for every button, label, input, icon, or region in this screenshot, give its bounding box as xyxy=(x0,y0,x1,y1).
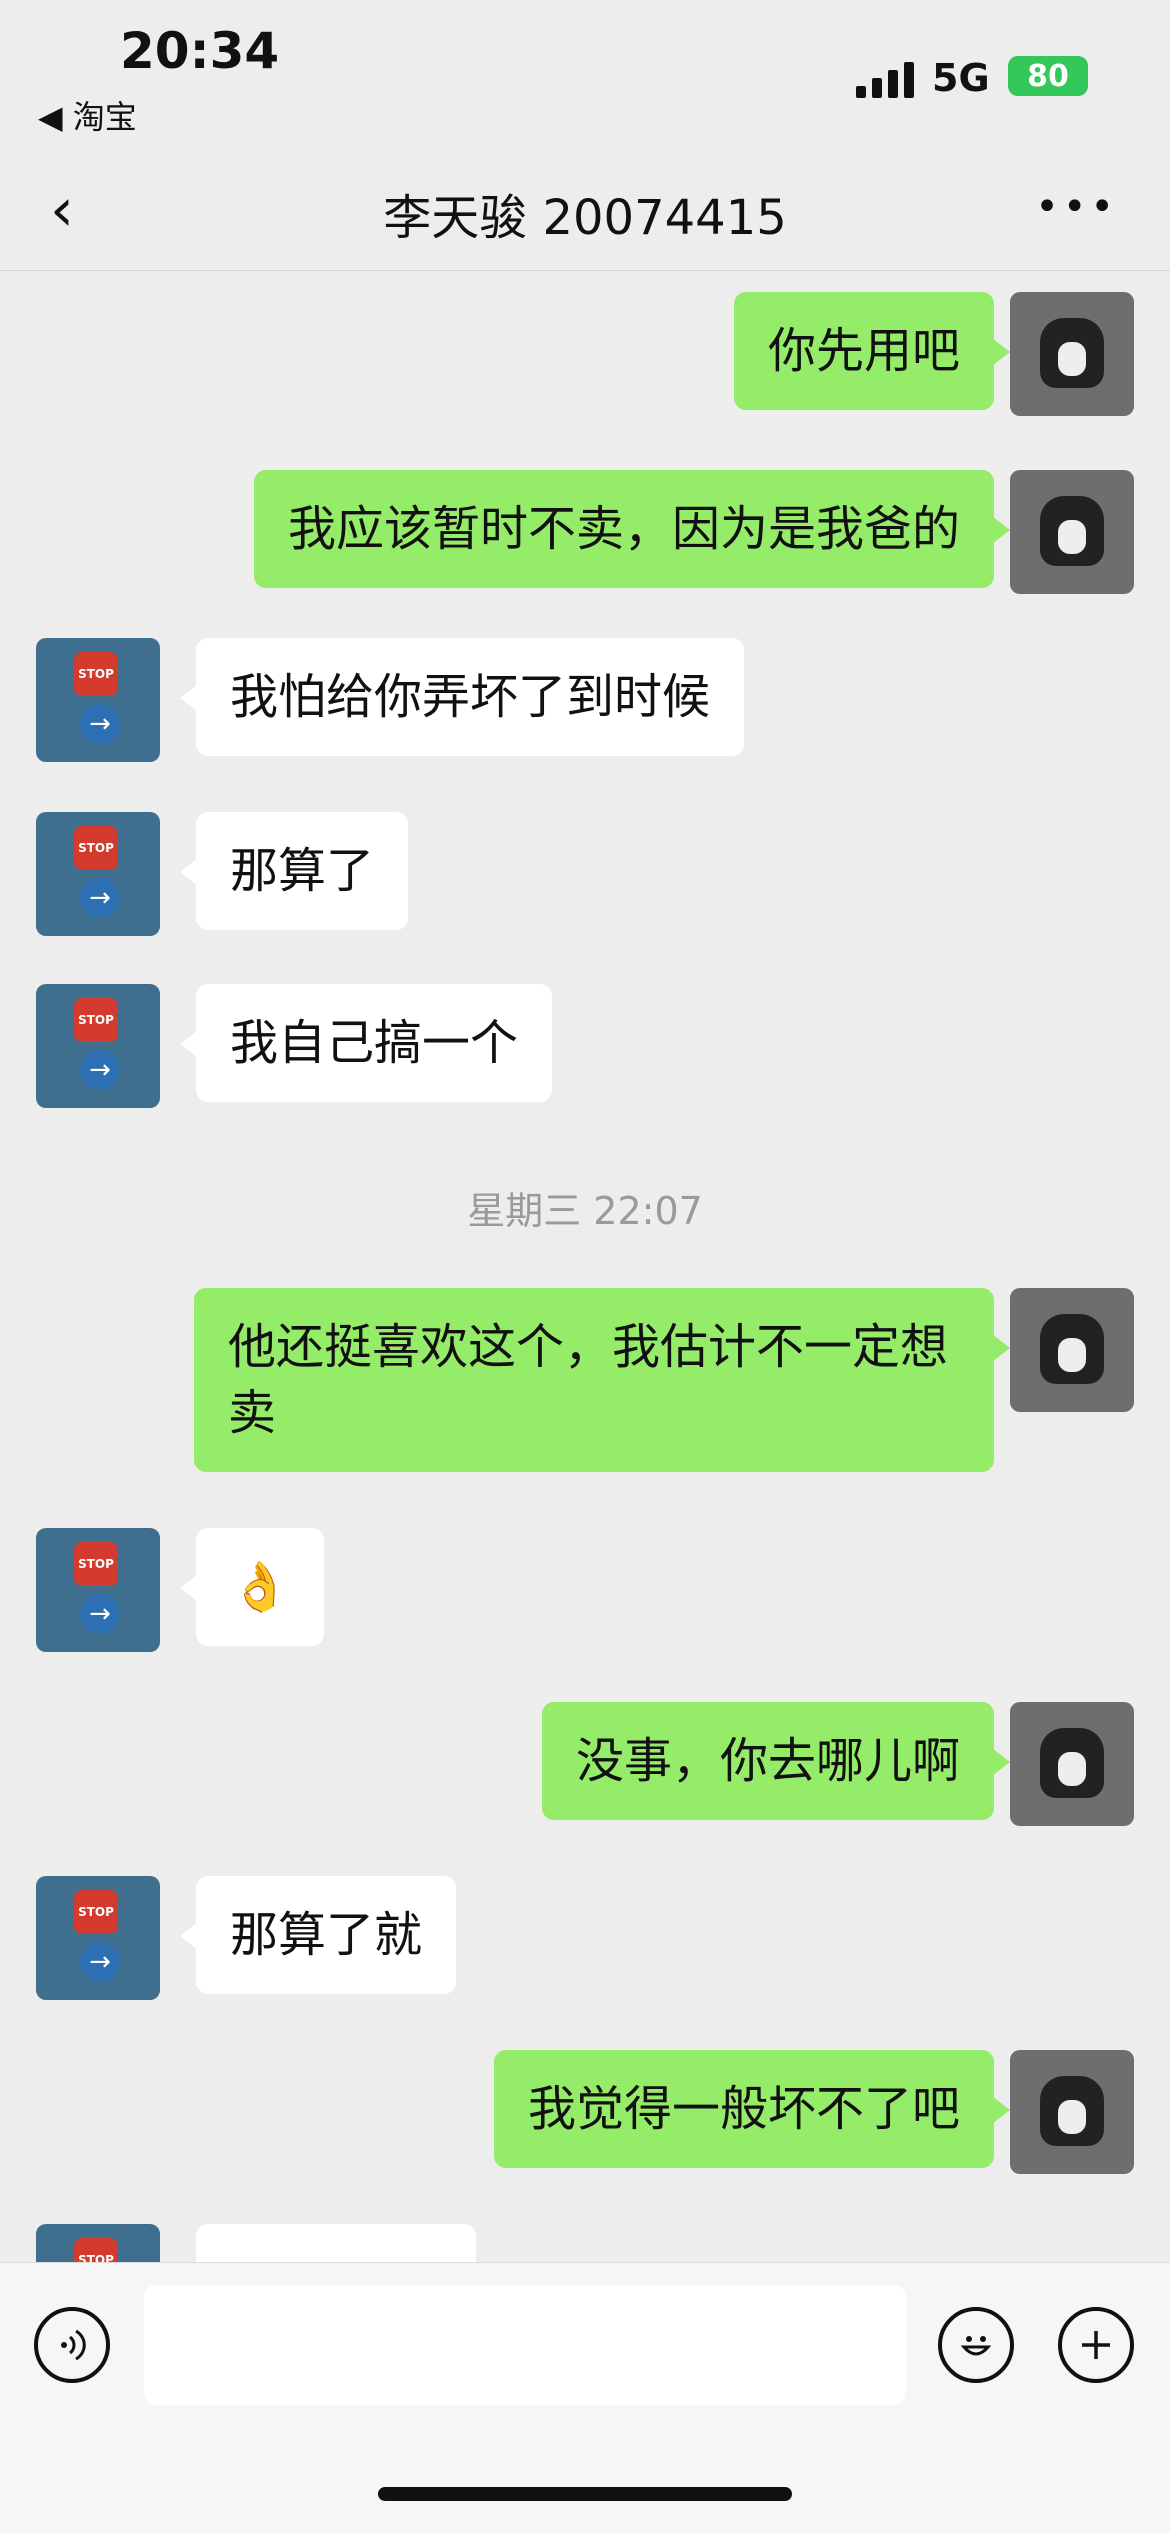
contact-avatar[interactable]: STOP → xyxy=(36,812,160,936)
contact-avatar[interactable]: STOP → xyxy=(36,984,160,1108)
network-label: 5G xyxy=(932,56,990,100)
arrow-right-icon: → xyxy=(80,1942,120,1982)
input-bar xyxy=(0,2262,1170,2533)
cat-avatar-icon xyxy=(1040,318,1104,388)
stop-sign-icon: STOP xyxy=(74,826,118,870)
message-bubble-user[interactable]: 我觉得一般坏不了吧 xyxy=(493,2050,1011,2168)
status-time: 20:34 xyxy=(120,22,280,80)
contact-avatar[interactable]: STOP → xyxy=(36,1876,160,2000)
message-bubble-contact[interactable]: 👌 xyxy=(180,1528,324,1646)
arrow-right-icon: → xyxy=(80,1050,120,1090)
contact-avatar[interactable]: STOP → xyxy=(36,638,160,762)
message-bubble-contact[interactable]: 那算了 xyxy=(179,812,409,930)
more-options-button[interactable]: ••• xyxy=(1035,184,1118,230)
message-text: 没事，你去哪儿啊 xyxy=(575,1733,960,1789)
message-bubble-contact[interactable] xyxy=(196,2224,476,2262)
plus-button[interactable] xyxy=(1058,2307,1134,2383)
stop-sign-icon: STOP xyxy=(74,2238,118,2262)
home-indicator xyxy=(378,2487,792,2501)
battery-level: 80 xyxy=(1027,58,1069,94)
message-bubble-contact[interactable]: 那算了就 xyxy=(179,1876,457,1994)
plus-icon xyxy=(1082,2331,1110,2359)
user-avatar[interactable] xyxy=(1010,1702,1134,1826)
contact-avatar[interactable]: STOP → xyxy=(36,1528,160,1652)
user-avatar[interactable] xyxy=(1010,1288,1134,1412)
battery-icon: 80 xyxy=(1008,56,1088,96)
message-text: 那算了 xyxy=(230,843,375,899)
message-bubble-user[interactable]: 他还挺喜欢这个，我估计不一定想卖 xyxy=(194,1288,1010,1472)
cat-avatar-icon xyxy=(1040,496,1104,566)
stop-sign-icon: STOP xyxy=(74,1890,118,1934)
chat-header: ‹ 李天骏 20074415 ••• xyxy=(0,140,1170,271)
message-text: 我应该暂时不卖，因为是我爸的 xyxy=(287,501,960,557)
status-bar: 20:34 ◀ 淘宝 5G 80 xyxy=(0,0,1170,140)
user-avatar[interactable] xyxy=(1010,470,1134,594)
message-text: 那算了就 xyxy=(230,1907,423,1963)
signal-icon xyxy=(856,60,920,98)
cat-avatar-icon xyxy=(1040,1314,1104,1384)
message-list[interactable]: 你先用吧 我应该暂时不卖，因为是我爸的 STOP → 我怕给你弄坏了到时候 STO… xyxy=(0,272,1170,2262)
voice-icon xyxy=(61,2329,86,2361)
user-avatar[interactable] xyxy=(1010,2050,1134,2174)
stop-sign-icon: STOP xyxy=(74,1542,118,1586)
back-to-app-link[interactable]: ◀ 淘宝 xyxy=(38,92,137,138)
message-bubble-user[interactable]: 你先用吧 xyxy=(733,292,1011,410)
cat-avatar-icon xyxy=(1040,2076,1104,2146)
arrow-right-icon: → xyxy=(80,878,120,918)
message-bubble-user[interactable]: 我应该暂时不卖，因为是我爸的 xyxy=(253,470,1011,588)
message-text: 我觉得一般坏不了吧 xyxy=(527,2081,960,2137)
arrow-right-icon: → xyxy=(80,704,120,744)
contact-avatar[interactable]: STOP xyxy=(36,2224,160,2262)
voice-button[interactable] xyxy=(34,2307,110,2383)
user-avatar[interactable] xyxy=(1010,292,1134,416)
message-bubble-contact[interactable]: 我自己搞一个 xyxy=(179,984,553,1102)
chat-title: 李天骏 20074415 xyxy=(383,190,787,246)
message-text: 我怕给你弄坏了到时候 xyxy=(230,669,711,725)
message-text: 👌 xyxy=(230,1559,290,1615)
message-text: 你先用吧 xyxy=(767,323,960,379)
arrow-right-icon: → xyxy=(80,1594,120,1634)
message-text: 他还挺喜欢这个，我估计不一定想卖 xyxy=(228,1319,949,1441)
emoji-icon xyxy=(960,2336,992,2356)
cat-avatar-icon xyxy=(1040,1728,1104,1798)
message-text: 我自己搞一个 xyxy=(230,1015,519,1071)
stop-sign-icon: STOP xyxy=(74,998,118,1042)
message-bubble-contact[interactable]: 我怕给你弄坏了到时候 xyxy=(179,638,745,756)
emoji-button[interactable] xyxy=(938,2307,1014,2383)
message-timestamp: 星期三 22:07 xyxy=(467,1189,703,1233)
stop-sign-icon: STOP xyxy=(74,652,118,696)
message-input[interactable] xyxy=(144,2285,906,2405)
message-bubble-user[interactable]: 没事，你去哪儿啊 xyxy=(541,1702,1011,1820)
